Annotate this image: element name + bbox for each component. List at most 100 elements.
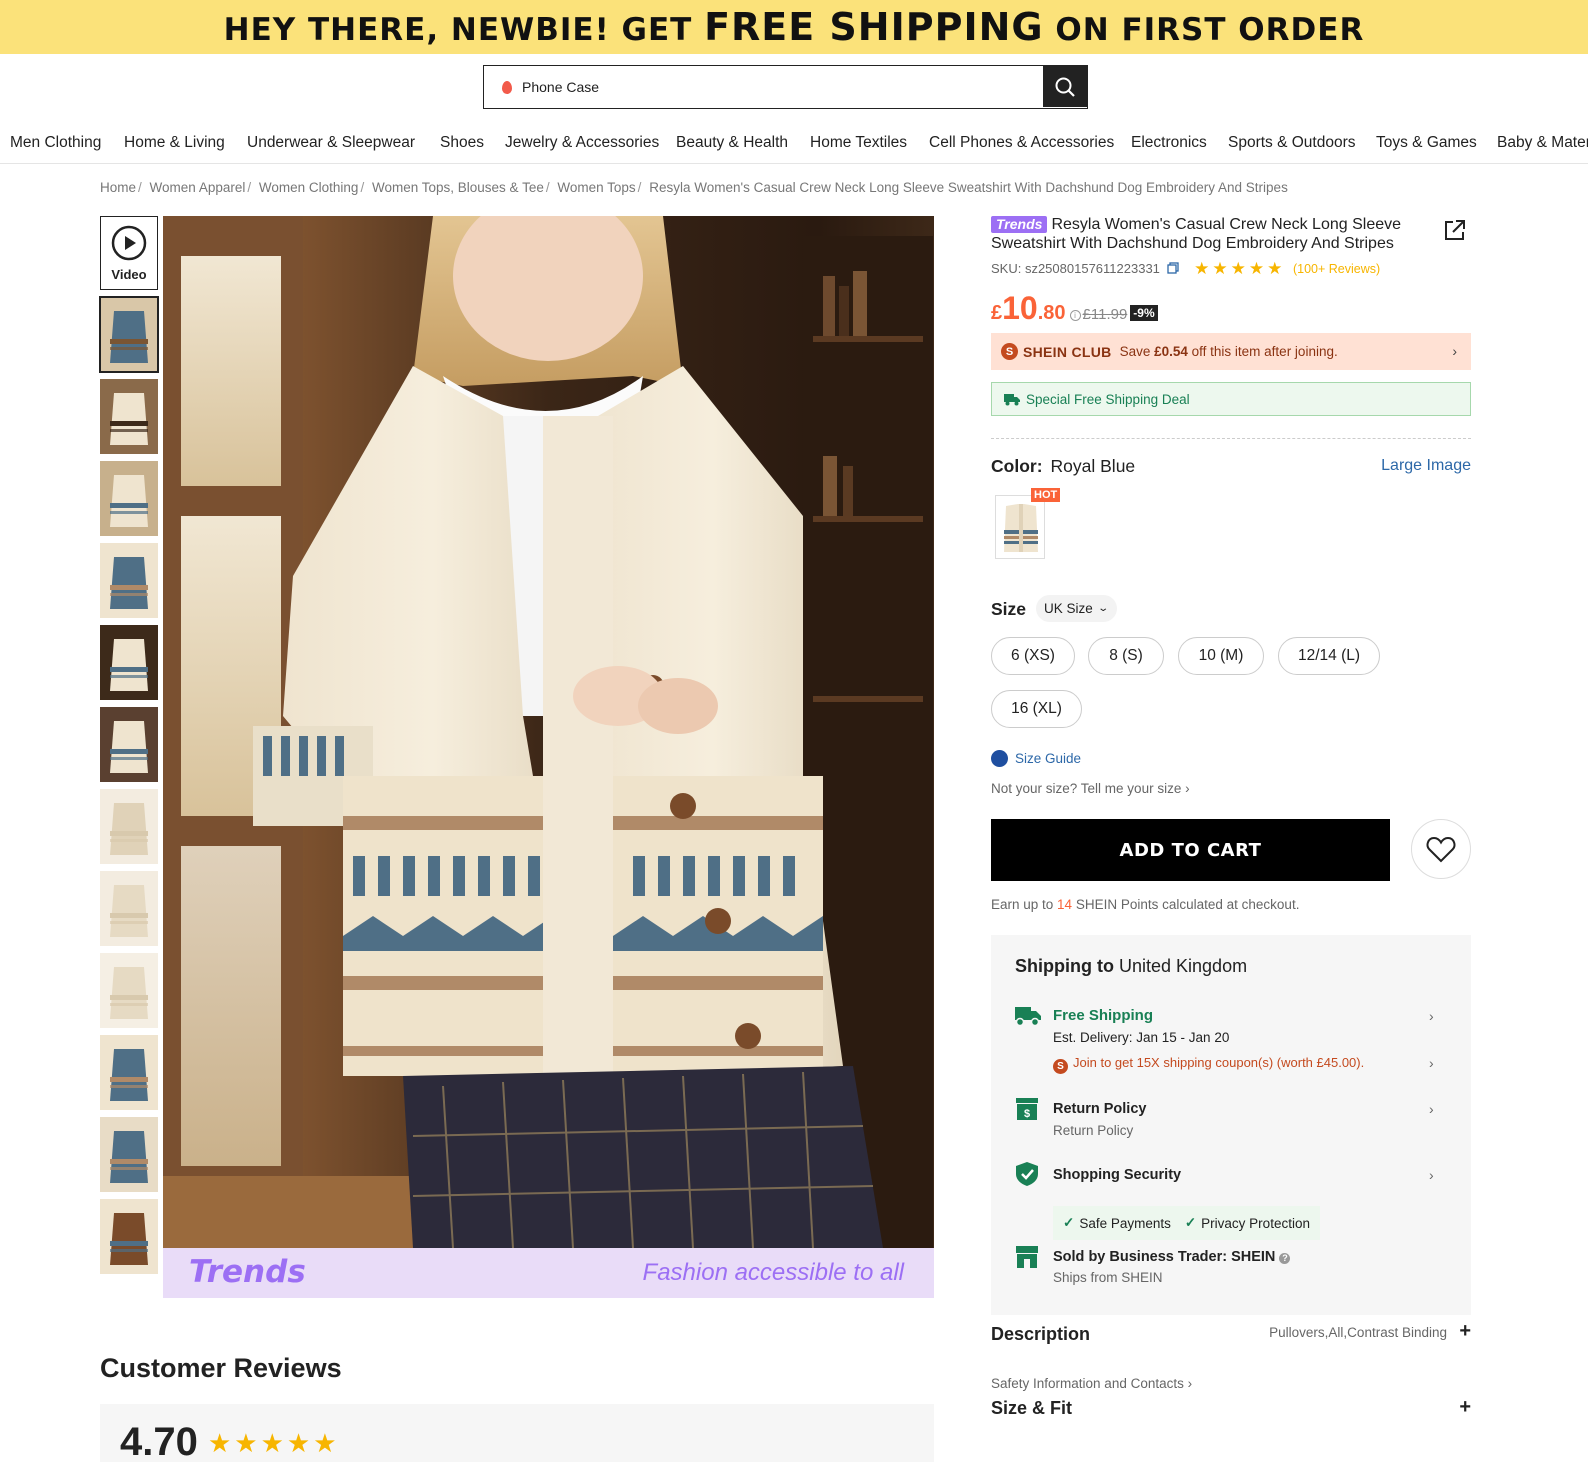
category-toys-games[interactable]: Toys & Games [1376, 134, 1477, 152]
category-baby-maternity[interactable]: Baby & Mater [1497, 134, 1588, 152]
promo-banner[interactable]: HEY THERE, NEWBIE! GET FREE SHIPPING ON … [0, 0, 1588, 54]
size-option-8-s[interactable]: 8 (S) [1088, 637, 1164, 675]
breadcrumb-women-tops-blouses[interactable]: Women Tops, Blouses & Tee [372, 180, 544, 195]
product-thumbnail[interactable] [100, 1117, 158, 1192]
reviews-count-link[interactable]: (100+ Reviews) [1293, 262, 1380, 276]
category-beauty-health[interactable]: Beauty & Health [676, 134, 788, 152]
wishlist-button[interactable] [1411, 819, 1471, 879]
store-icon [1016, 1246, 1038, 1268]
expand-plus-icon[interactable]: + [1459, 1396, 1471, 1419]
help-icon[interactable]: ? [1279, 1253, 1291, 1264]
share-icon [1445, 220, 1465, 240]
return-policy-sub: Return Policy [1053, 1123, 1134, 1138]
product-thumbnail[interactable] [99, 296, 159, 373]
sku-text: SKU: sz25080157611223331 [991, 261, 1160, 276]
share-button[interactable] [1443, 218, 1467, 247]
breadcrumb-women-apparel[interactable]: Women Apparel [150, 180, 246, 195]
product-photo [163, 216, 934, 1276]
category-underwear-sleepwear[interactable]: Underwear & Sleepwear [247, 134, 415, 152]
safety-information-link[interactable]: Safety Information and Contacts › [991, 1376, 1192, 1391]
size-label: Size [991, 599, 1027, 619]
size-option-16-xl[interactable]: 16 (XL) [991, 690, 1082, 728]
video-thumbnail[interactable]: Video [100, 216, 158, 290]
check-icon: ✓ [1063, 1215, 1075, 1230]
category-sports-outdoors[interactable]: Sports & Outdoors [1228, 134, 1356, 152]
promo-text: HEY THERE, NEWBIE! GET FREE SHIPPING ON … [223, 5, 1365, 49]
category-men-clothing[interactable]: Men Clothing [10, 134, 101, 152]
trends-logo: Trends [189, 1254, 306, 1290]
play-icon [111, 225, 147, 260]
description-summary: Pullovers,All,Contrast Binding [1269, 1325, 1447, 1340]
club-coin-icon: S [1053, 1059, 1068, 1074]
search-button[interactable] [1043, 66, 1087, 107]
large-image-link[interactable]: Large Image [1381, 457, 1471, 475]
search-icon [1055, 77, 1075, 97]
category-nav: Men Clothing Home & Living Underwear & S… [0, 124, 1588, 164]
security-tags: ✓ Safe Payments ✓ Privacy Protection [1053, 1206, 1320, 1240]
club-coin-icon: S [1001, 343, 1018, 360]
truck-icon [1004, 393, 1020, 405]
category-electronics[interactable]: Electronics [1131, 134, 1207, 152]
main-product-image[interactable] [163, 216, 934, 1298]
chevron-right-icon: › [1452, 343, 1457, 359]
size-option-6-xs[interactable]: 6 (XS) [991, 637, 1075, 675]
category-cell-phones[interactable]: Cell Phones & Accessories [929, 134, 1114, 152]
return-policy-icon: $ [1016, 1098, 1038, 1120]
breadcrumb-women-clothing[interactable]: Women Clothing [259, 180, 359, 195]
price-info-icon[interactable]: i [1069, 310, 1081, 321]
chevron-right-icon[interactable]: › [1429, 1101, 1434, 1117]
product-thumbnail[interactable] [100, 543, 158, 618]
rating-stars: ★★★★★ [208, 1428, 340, 1458]
product-thumbnail[interactable] [100, 1035, 158, 1110]
shipping-info-panel: Shipping to United Kingdom Free Shipping… [991, 935, 1471, 1315]
estimated-delivery: Est. Delivery: Jan 15 - Jan 20 [1053, 1030, 1230, 1045]
thumbnail-image [100, 871, 158, 946]
shipping-destination[interactable]: Shipping to United Kingdom [1015, 956, 1247, 977]
product-thumbnail[interactable] [100, 953, 158, 1028]
category-home-living[interactable]: Home & Living [124, 134, 225, 152]
discount-badge: -9% [1130, 305, 1158, 321]
shopping-security-title: Shopping Security [1053, 1167, 1182, 1183]
expand-plus-icon[interactable]: + [1459, 1320, 1471, 1343]
thumbnail-image [100, 1117, 158, 1192]
size-option-12-14-l[interactable]: 12/14 (L) [1278, 637, 1380, 675]
breadcrumb-home[interactable]: Home [100, 180, 136, 195]
category-shoes[interactable]: Shoes [440, 134, 484, 152]
product-thumbnail[interactable] [100, 1199, 158, 1274]
return-policy-title: Return Policy [1053, 1101, 1147, 1117]
shein-club-banner[interactable]: S SHEIN CLUB Save £0.54 off this item af… [991, 333, 1471, 370]
size-guide-link[interactable]: Size Guide [991, 750, 1081, 767]
category-home-textiles[interactable]: Home Textiles [810, 134, 907, 152]
color-swatch-royal-blue[interactable] [995, 495, 1045, 559]
thumbnail-image [100, 543, 158, 618]
thumbnail-image [100, 461, 158, 536]
breadcrumb: Home / Women Apparel / Women Clothing / Wom… [100, 180, 1288, 195]
product-title: Trends Resyla Women's Casual Crew Neck Lo… [991, 216, 1402, 252]
size-option-10-m[interactable]: 10 (M) [1178, 637, 1264, 675]
product-thumbnail[interactable] [100, 789, 158, 864]
add-to-cart-button[interactable]: ADD TO CART [991, 819, 1390, 881]
product-thumbnail[interactable] [100, 379, 158, 454]
copy-icon[interactable] [1166, 262, 1179, 274]
thumbnail-image [100, 379, 158, 454]
product-thumbnail[interactable] [100, 625, 158, 700]
shipping-coupon-offer[interactable]: S Join to get 15X shipping coupon(s) (wor… [1053, 1055, 1364, 1074]
chevron-right-icon[interactable]: › [1429, 1167, 1434, 1183]
category-jewelry-accessories[interactable]: Jewelry & Accessories [505, 134, 659, 152]
product-thumbnail[interactable] [100, 461, 158, 536]
search-bar [483, 65, 1088, 109]
chevron-right-icon: › [1185, 781, 1190, 796]
image-footer-banner: Trends Fashion accessible to all [163, 1248, 934, 1298]
chevron-right-icon[interactable]: › [1429, 1008, 1434, 1024]
tell-me-your-size-link[interactable]: Not your size? Tell me your size › [991, 781, 1190, 796]
product-thumbnail[interactable] [100, 871, 158, 946]
product-thumbnail[interactable] [100, 707, 158, 782]
search-input[interactable] [522, 79, 1002, 95]
thumbnail-image [100, 789, 158, 864]
breadcrumb-women-tops[interactable]: Women Tops [557, 180, 635, 195]
trending-flame-icon [502, 80, 512, 94]
price: £10.80 i £11.99 -9% [991, 290, 1158, 327]
size-system-dropdown[interactable]: UK Size ⌄ [1036, 595, 1118, 622]
size-fit-heading[interactable]: Size & Fit [991, 1398, 1072, 1419]
chevron-right-icon[interactable]: › [1429, 1055, 1434, 1071]
